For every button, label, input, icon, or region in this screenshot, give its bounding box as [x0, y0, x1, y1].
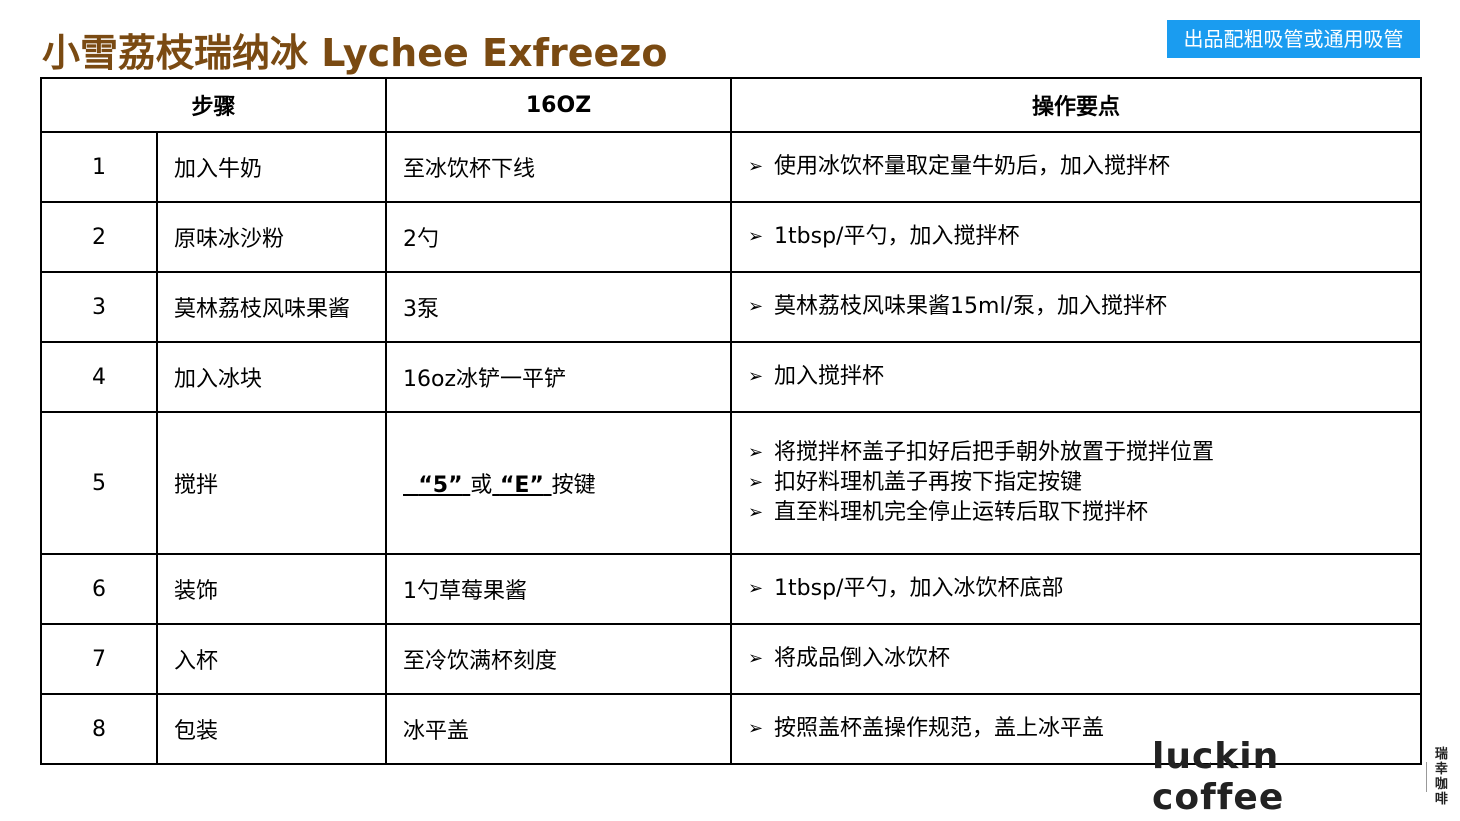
- note-text: 使用冰饮杯量取定量牛奶后，加入搅拌杯: [774, 154, 1171, 179]
- arrowhead-bullet-icon: ➢: [748, 442, 764, 463]
- note-text: 1tbsp/平勺，加入搅拌杯: [774, 224, 1020, 249]
- step-notes: ➢ 1tbsp/平勺，加入冰饮杯底部: [730, 553, 1423, 625]
- straw-note-badge: 出品配粗吸管或通用吸管: [1167, 20, 1420, 58]
- note-text: 将搅拌杯盖子扣好后把手朝外放置于搅拌位置: [774, 440, 1215, 465]
- table-row: 7 入杯 至冷饮满杯刻度 ➢ 将成品倒入冰饮杯: [40, 623, 1423, 695]
- note-text: 将成品倒入冰饮杯: [774, 646, 951, 671]
- arrowhead-bullet-icon: ➢: [748, 366, 764, 387]
- step-number: 8: [40, 693, 158, 765]
- step-quantity: 1勺草莓果酱: [385, 553, 733, 625]
- table-row: 6 装饰 1勺草莓果酱 ➢ 1tbsp/平勺，加入冰饮杯底部: [40, 553, 1423, 625]
- or-text: 或: [470, 473, 493, 498]
- note-text: 1tbsp/平勺，加入冰饮杯底部: [774, 576, 1064, 601]
- note-item: ➢ 加入搅拌杯: [748, 362, 1420, 392]
- key-suffix: 按键: [551, 473, 596, 498]
- table-row: 5 搅拌 “5” 或 “E” 按键 ➢ 将搅拌杯盖子扣好后把手朝外放置于搅拌位置 …: [40, 411, 1423, 555]
- table-row: 3 莫林荔枝风味果酱 3泵 ➢ 莫林荔枝风味果酱15ml/泵，加入搅拌杯: [40, 271, 1423, 343]
- note-text: 莫林荔枝风味果酱15ml/泵，加入搅拌杯: [774, 294, 1167, 319]
- table-header-row: 步骤 16OZ 操作要点: [39, 77, 1423, 133]
- step-name: 加入冰块: [155, 341, 388, 413]
- note-item: ➢ 莫林荔枝风味果酱15ml/泵，加入搅拌杯: [748, 292, 1420, 322]
- note-item: ➢ 扣好料理机盖子再按下指定按键: [748, 468, 1420, 498]
- page-title: 小雪荔枝瑞纳冰 Lychee Exfreezo: [42, 31, 668, 75]
- step-name: 搅拌: [155, 411, 388, 555]
- step-notes: ➢ 将成品倒入冰饮杯: [730, 623, 1423, 695]
- table-row: 2 原味冰沙粉 2勺 ➢ 1tbsp/平勺，加入搅拌杯: [40, 201, 1423, 273]
- step-number: 4: [40, 341, 158, 413]
- button-label-5: “5”: [418, 473, 463, 498]
- step-name: 莫林荔枝风味果酱: [155, 271, 388, 343]
- step-name: 包装: [155, 693, 388, 765]
- step-number: 7: [40, 623, 158, 695]
- note-text: 扣好料理机盖子再按下指定按键: [774, 470, 1083, 495]
- step-number: 1: [40, 131, 158, 203]
- step-number: 3: [40, 271, 158, 343]
- step-notes: ➢ 使用冰饮杯量取定量牛奶后，加入搅拌杯: [730, 131, 1423, 203]
- step-quantity: 16oz冰铲一平铲: [385, 341, 733, 413]
- step-notes: ➢ 加入搅拌杯: [730, 341, 1423, 413]
- step-quantity: 至冰饮杯下线: [385, 131, 733, 203]
- step-name: 加入牛奶: [155, 131, 388, 203]
- table-row: 4 加入冰块 16oz冰铲一平铲 ➢ 加入搅拌杯: [40, 341, 1423, 413]
- header-step: 步骤: [39, 77, 388, 133]
- logo-chinese: 瑞幸 咖啡: [1434, 747, 1448, 807]
- step-quantity: 至冷饮满杯刻度: [385, 623, 733, 695]
- arrowhead-bullet-icon: ➢: [748, 578, 764, 599]
- step-notes: ➢ 将搅拌杯盖子扣好后把手朝外放置于搅拌位置 ➢ 扣好料理机盖子再按下指定按键 ➢ 直…: [730, 411, 1423, 555]
- logo-divider: [1425, 762, 1427, 792]
- note-text: 加入搅拌杯: [774, 364, 885, 389]
- step-number: 6: [40, 553, 158, 625]
- step-name: 入杯: [155, 623, 388, 695]
- note-item: ➢ 将搅拌杯盖子扣好后把手朝外放置于搅拌位置: [748, 438, 1420, 468]
- arrowhead-bullet-icon: ➢: [748, 226, 764, 247]
- note-item: ➢ 将成品倒入冰饮杯: [748, 644, 1420, 674]
- arrowhead-bullet-icon: ➢: [748, 156, 764, 177]
- step-number: 5: [40, 411, 158, 555]
- step-quantity: 3泵: [385, 271, 733, 343]
- arrowhead-bullet-icon: ➢: [748, 648, 764, 669]
- button-label-e: “E”: [499, 473, 544, 498]
- arrowhead-bullet-icon: ➢: [748, 296, 764, 317]
- logo-wordmark: luckin coffee: [1152, 736, 1285, 818]
- luckin-logo: luckin coffee 瑞幸 咖啡: [1152, 736, 1460, 818]
- note-item: ➢ 使用冰饮杯量取定量牛奶后，加入搅拌杯: [748, 152, 1420, 182]
- arrowhead-bullet-icon: ➢: [748, 502, 764, 523]
- step-name: 原味冰沙粉: [155, 201, 388, 273]
- arrowhead-bullet-icon: ➢: [748, 472, 764, 493]
- note-item: ➢ 直至料理机完全停止运转后取下搅拌杯: [748, 498, 1420, 528]
- step-number: 2: [40, 201, 158, 273]
- step-notes: ➢ 莫林荔枝风味果酱15ml/泵，加入搅拌杯: [730, 271, 1423, 343]
- step-quantity: 2勺: [385, 201, 733, 273]
- note-text: 直至料理机完全停止运转后取下搅拌杯: [774, 500, 1149, 525]
- step-quantity: 冰平盖: [385, 693, 733, 765]
- note-text: 按照盖杯盖操作规范，盖上冰平盖: [774, 716, 1105, 741]
- arrowhead-bullet-icon: ➢: [748, 718, 764, 739]
- note-item: ➢ 1tbsp/平勺，加入搅拌杯: [748, 222, 1420, 252]
- step-notes: ➢ 1tbsp/平勺，加入搅拌杯: [730, 201, 1423, 273]
- table-row: 1 加入牛奶 至冰饮杯下线 ➢ 使用冰饮杯量取定量牛奶后，加入搅拌杯: [40, 131, 1423, 203]
- step-quantity: “5” 或 “E” 按键: [385, 411, 733, 555]
- note-item: ➢ 1tbsp/平勺，加入冰饮杯底部: [748, 574, 1420, 604]
- header-size: 16OZ: [385, 77, 733, 133]
- recipe-table: 步骤 16OZ 操作要点 1 加入牛奶 至冰饮杯下线 ➢ 使用冰饮杯量取定量牛奶后…: [39, 77, 1423, 765]
- step-name: 装饰: [155, 553, 388, 625]
- header-notes: 操作要点: [730, 77, 1423, 133]
